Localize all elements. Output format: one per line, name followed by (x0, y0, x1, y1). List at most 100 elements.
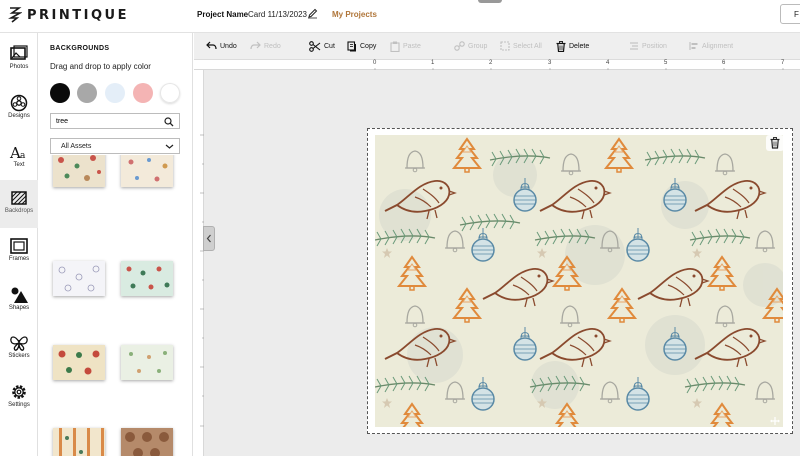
resize-handle[interactable] (769, 414, 781, 426)
logo-text: PRINTIQUE (27, 7, 129, 23)
pattern-preview (58, 155, 101, 181)
undo-icon (206, 41, 217, 50)
alignment-icon (689, 42, 698, 50)
nav-item-frames[interactable]: Frames (0, 228, 38, 276)
redo-label: Redo (264, 42, 281, 50)
nav-item-backdrops[interactable]: Backdrops (0, 180, 38, 228)
horizontal-ruler: 0 1 2 3 4 5 6 7 (194, 60, 800, 73)
pattern-preview (128, 158, 168, 182)
nav-label: Frames (8, 256, 30, 262)
backdrop-thumbnail[interactable] (53, 155, 105, 187)
nav-item-shapes[interactable]: Shapes (0, 277, 38, 325)
delete-label: Delete (569, 43, 590, 50)
nav-label: Photos (9, 64, 29, 70)
select-all-button[interactable]: Select All (500, 41, 542, 51)
asset-filter-value: All Assets (61, 143, 92, 150)
swatch-gray[interactable] (77, 83, 97, 103)
left-nav: Photos Designs A a Text Backdrops Frames… (0, 33, 38, 456)
backdrop-thumbnail[interactable] (121, 345, 173, 380)
top-right-button-label: F (794, 10, 799, 19)
backdrop-thumbnail[interactable] (121, 261, 173, 296)
copy-label: Copy (360, 43, 377, 50)
pattern-preview (58, 265, 100, 292)
designs-icon (10, 94, 28, 112)
project-name-value[interactable]: Card 11/13/2023 (248, 10, 307, 19)
swatch-pink[interactable] (133, 83, 153, 103)
panel-subtitle: Drag and drop to apply color (50, 62, 151, 71)
asset-filter-select[interactable]: All Assets (50, 138, 180, 154)
ruler-tick-label: 1 (431, 60, 435, 66)
alignment-button[interactable]: Alignment (689, 41, 733, 51)
select-all-icon (500, 41, 510, 51)
swatch-black[interactable] (50, 83, 70, 103)
paste-icon (390, 41, 400, 52)
backdrop-thumbnail[interactable] (53, 345, 105, 380)
nav-label: Shapes (8, 305, 30, 311)
copy-button[interactable]: Copy (347, 41, 376, 52)
swatch-light-blue[interactable] (105, 83, 125, 103)
printique-logo-icon (8, 7, 22, 23)
pattern-preview (125, 432, 169, 456)
delete-button[interactable]: Delete (556, 41, 589, 52)
photos-icon (10, 45, 28, 60)
chevron-down-icon (165, 144, 174, 149)
position-button[interactable]: Position (629, 41, 667, 51)
ruler-tick-label: 5 (664, 60, 668, 66)
ruler-tick-label: 3 (548, 60, 552, 66)
search-field[interactable] (50, 113, 180, 129)
move-arrows-icon (770, 417, 780, 425)
stickers-icon (10, 336, 28, 351)
position-label: Position (642, 42, 667, 50)
nav-item-text[interactable]: A a Text (0, 134, 38, 182)
top-handle[interactable] (478, 0, 502, 3)
redo-button[interactable]: Redo (250, 41, 281, 51)
nav-label: Stickers (8, 353, 30, 359)
pattern-preview (126, 266, 170, 290)
backdrop-thumbnails (39, 155, 192, 456)
ruler-ticks (200, 134, 204, 427)
backdrop-thumbnail[interactable] (121, 428, 173, 456)
backdrop-thumbnail[interactable] (53, 261, 105, 296)
shapes-icon (11, 287, 28, 303)
search-icon[interactable] (164, 117, 174, 127)
nav-item-photos[interactable]: Photos (0, 36, 38, 84)
undo-label: Undo (220, 42, 237, 50)
alignment-label: Alignment (702, 42, 734, 50)
backdrops-icon (11, 191, 27, 205)
nav-item-settings[interactable]: Settings (0, 374, 38, 422)
select-all-label: Select All (513, 42, 542, 50)
backdrop-thumbnail[interactable] (121, 155, 173, 187)
ruler-tick-label: 7 (781, 60, 785, 66)
logo[interactable]: PRINTIQUE (8, 6, 129, 24)
group-icon (454, 41, 465, 51)
frames-icon (10, 238, 28, 254)
trash-icon (556, 41, 566, 52)
trash-icon (766, 135, 784, 151)
redo-icon (250, 41, 261, 50)
top-right-button[interactable]: F (780, 4, 800, 24)
search-input[interactable] (56, 116, 156, 127)
ruler-tick-label: 4 (606, 60, 610, 66)
top-bar: PRINTIQUE Project Name Card 11/13/2023 M… (0, 0, 800, 33)
panel-title: BACKGROUNDS (50, 45, 110, 52)
paste-button[interactable]: Paste (390, 41, 421, 52)
swatch-white[interactable] (160, 83, 180, 103)
delete-background-button[interactable] (766, 135, 784, 151)
scissors-icon (309, 41, 321, 52)
position-icon (630, 42, 638, 50)
collapse-panel-button[interactable] (203, 226, 215, 251)
nav-item-stickers[interactable]: Stickers (0, 325, 38, 373)
undo-button[interactable]: Undo (206, 41, 237, 51)
my-projects-link[interactable]: My Projects (332, 10, 377, 19)
settings-icon (12, 385, 26, 399)
cut-button[interactable]: Cut (309, 41, 335, 52)
nav-item-designs[interactable]: Designs (0, 85, 38, 133)
edit-pencil-icon[interactable] (307, 8, 318, 19)
nav-label: Settings (8, 402, 30, 408)
group-button[interactable]: Group (454, 41, 487, 51)
ruler-tick-label: 6 (722, 60, 726, 66)
backdrop-thumbnail[interactable] (53, 428, 105, 456)
card-background[interactable] (375, 135, 783, 427)
nav-label: Backdrops (4, 208, 34, 214)
backgrounds-panel: BACKGROUNDS Drag and drop to apply color… (39, 33, 193, 456)
